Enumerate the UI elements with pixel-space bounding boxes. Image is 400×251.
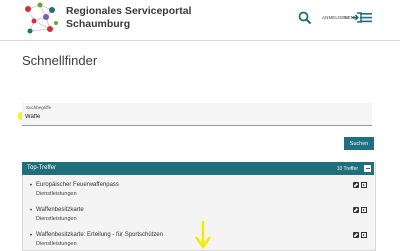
header-divider xyxy=(0,40,400,41)
results-count: 10 Treffer xyxy=(336,165,358,172)
menu-label: MENÜ xyxy=(344,14,358,20)
site-title[interactable]: Regionales Serviceportal Schaumburg xyxy=(66,5,196,30)
open-arrow-icon[interactable] xyxy=(361,207,367,213)
site-header: Regionales Serviceportal Schaumburg ANME… xyxy=(0,0,400,36)
edit-icon[interactable] xyxy=(353,232,359,238)
result-category: Dienstleistungen xyxy=(36,216,77,222)
edit-icon[interactable] xyxy=(353,182,359,188)
search-field[interactable]: Suchbegriffe xyxy=(22,103,372,126)
results-title: Top-Treffer xyxy=(27,165,57,171)
hamburger-menu-icon xyxy=(360,12,373,22)
menu-button[interactable]: MENÜ xyxy=(344,9,373,25)
open-arrow-icon[interactable] xyxy=(361,182,367,188)
search-input[interactable] xyxy=(25,112,145,122)
result-item[interactable]: • Europäischer Feuerwaffenpass Dienstlei… xyxy=(30,180,367,200)
open-arrow-icon[interactable] xyxy=(361,232,367,238)
collapse-minus-icon[interactable] xyxy=(364,165,371,172)
search-submit-button[interactable]: Suchen xyxy=(344,137,374,150)
search-icon[interactable] xyxy=(298,11,312,25)
result-category: Dienstleistungen xyxy=(36,241,77,247)
result-title[interactable]: Waffenbesitzkarte xyxy=(36,207,84,213)
result-title[interactable]: Waffenbesitzkarte: Erteilung - für Sport… xyxy=(36,232,163,238)
results-header: Top-Treffer 10 Treffer xyxy=(22,162,374,175)
result-title[interactable]: Europäischer Feuerwaffenpass xyxy=(36,182,119,188)
search-field-label: Suchbegriffe xyxy=(26,105,52,110)
result-category: Dienstleistungen xyxy=(36,191,77,197)
page-title: Schnellfinder xyxy=(22,53,98,68)
bullet: • xyxy=(30,183,33,189)
edit-icon[interactable] xyxy=(353,207,359,213)
bullet: • xyxy=(30,233,33,239)
bullet: • xyxy=(30,208,33,214)
yellow-arrow-down-icon xyxy=(194,221,212,250)
network-logo-icon[interactable] xyxy=(22,1,60,35)
